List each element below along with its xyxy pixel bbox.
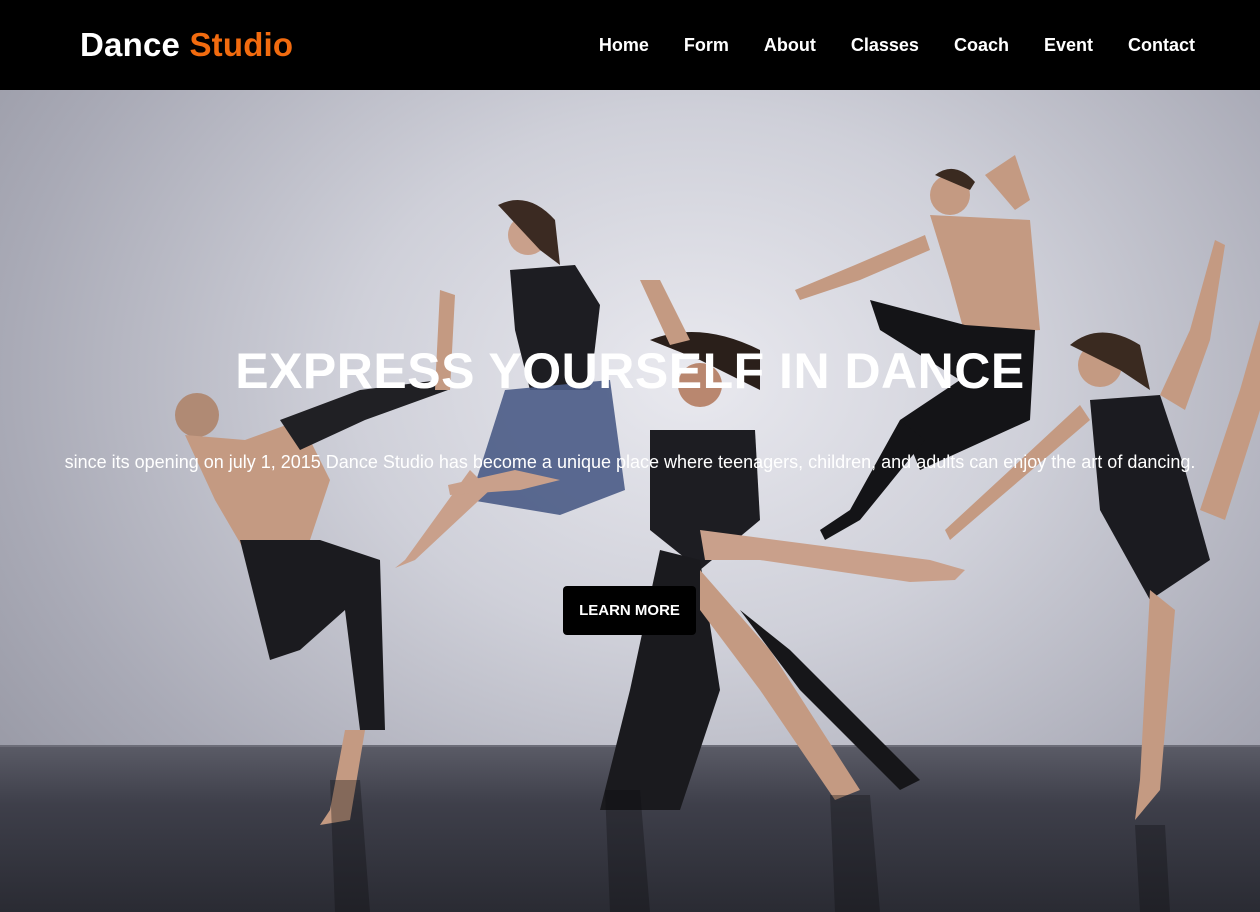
brand-primary: Dance — [80, 26, 181, 63]
nav-menu: Home Form About Classes Coach Event Cont… — [564, 35, 1195, 56]
brand-accent: Studio — [189, 26, 294, 63]
nav-link-home[interactable]: Home — [599, 35, 649, 56]
hero-section: EXPRESS YOURSELF IN DANCE since its open… — [0, 90, 1260, 912]
hero-background-dancers — [175, 155, 1260, 912]
nav-link-classes[interactable]: Classes — [851, 35, 919, 56]
nav-link-form[interactable]: Form — [684, 35, 729, 56]
floor-reflections — [330, 780, 1170, 912]
nav-link-contact[interactable]: Contact — [1128, 35, 1195, 56]
navbar: Dance Studio Home Form About Classes Coa… — [0, 0, 1260, 90]
brand-logo[interactable]: Dance Studio — [80, 26, 293, 64]
hero-subtitle: since its opening on july 1, 2015 Dance … — [64, 452, 1196, 472]
learn-more-button[interactable]: LEARN MORE — [563, 586, 696, 635]
hero-title: EXPRESS YOURSELF IN DANCE — [235, 343, 1025, 399]
nav-link-event[interactable]: Event — [1044, 35, 1093, 56]
nav-link-about[interactable]: About — [764, 35, 816, 56]
nav-link-coach[interactable]: Coach — [954, 35, 1009, 56]
